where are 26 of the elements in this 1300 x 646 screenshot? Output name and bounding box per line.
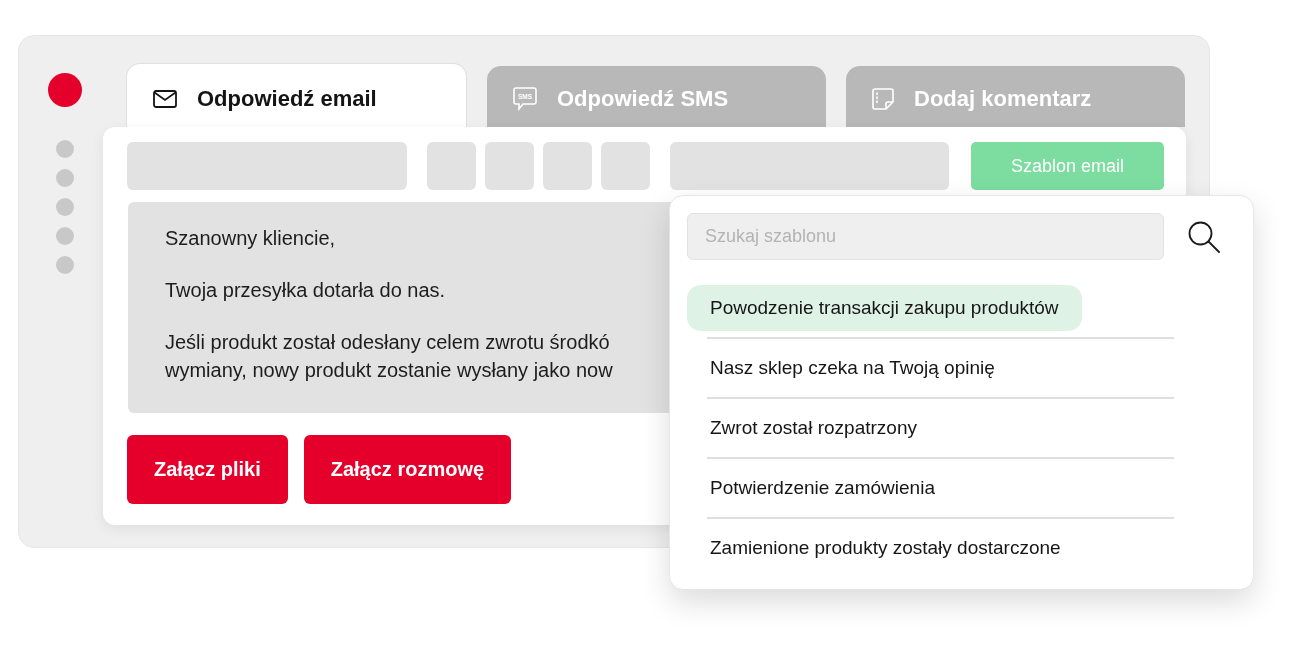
- template-item[interactable]: Potwierdzenie zamówienia: [687, 465, 958, 511]
- search-field[interactable]: Szukaj szablonu: [687, 213, 1164, 260]
- nav-dot-icon[interactable]: [56, 227, 74, 245]
- placeholder-square: [601, 142, 650, 190]
- attach-button[interactable]: Załącz rozmowę: [303, 435, 512, 504]
- nav-dot-icon[interactable]: [56, 198, 74, 216]
- placeholder-square: [485, 142, 534, 190]
- placeholder-square: [427, 142, 476, 190]
- nav-dot-icon[interactable]: [56, 169, 74, 187]
- message-paragraph: Szanowny kliencie,: [165, 226, 336, 251]
- nav-dot-icon[interactable]: [56, 140, 74, 158]
- template-item[interactable]: Nasz sklep czeka na Twoją opinię: [687, 345, 1018, 391]
- attach-button[interactable]: Załącz pliki: [127, 435, 288, 504]
- note-icon: [872, 87, 894, 110]
- search-icon[interactable]: [1188, 220, 1220, 253]
- template-item[interactable]: Zamienione produkty zostały dostarczone: [687, 525, 1084, 571]
- logo-dot-icon: [48, 73, 82, 107]
- message-editor[interactable]: Szanowny kliencie, Twoja przesyłka dotarła do nas. Jeśli produkt został odesłany celem zwrotu środkó wymiany, nowy produkt zostanie wysłany jako now: [128, 202, 672, 413]
- placeholder-square: [543, 142, 592, 190]
- reply-tab[interactable]: Odpowiedź email: [126, 63, 467, 127]
- message-paragraph: Twoja przesyłka dotarła do nas.: [165, 278, 446, 303]
- template-item[interactable]: Powodzenie transakcji zakupu produktów: [687, 285, 1082, 331]
- envelope-icon: [153, 89, 177, 108]
- message-paragraph: Jeśli produkt został odesłany celem zwrotu środkó wymiany, nowy produkt zostanie wysłany jako now: [165, 330, 613, 383]
- nav-dot-icon[interactable]: [56, 256, 74, 274]
- template-item[interactable]: Zwrot został rozpatrzony: [687, 405, 940, 451]
